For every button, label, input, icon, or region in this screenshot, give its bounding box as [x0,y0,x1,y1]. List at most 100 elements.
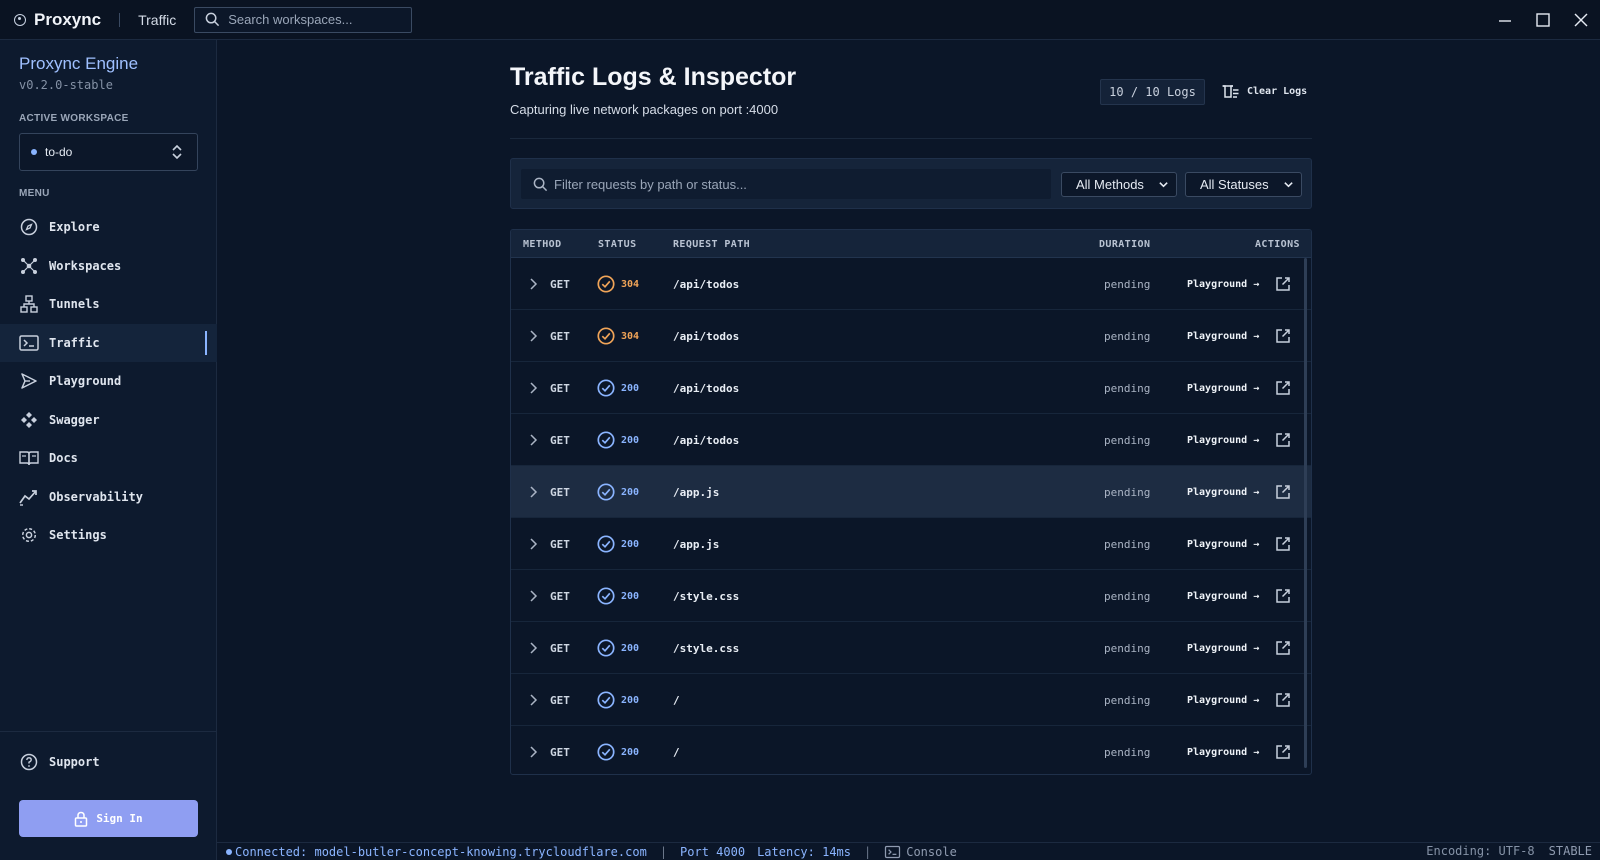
playground-link[interactable]: Playground → [1187,414,1259,466]
support-link[interactable]: Support [19,752,100,772]
connection-text: Connected: model-butler-concept-knowing.… [235,844,647,859]
open-external-button[interactable] [1275,726,1291,774]
column-actions: ACTIONS [1255,239,1300,250]
sidebar-item-workspaces[interactable]: Workspaces [0,247,217,286]
status-filter-select[interactable]: All Statuses [1185,172,1302,197]
playground-link[interactable]: Playground → [1187,258,1259,310]
request-filter[interactable] [521,169,1051,199]
expand-row-button[interactable] [529,310,538,362]
check-circle-icon [597,379,615,397]
playground-link[interactable]: Playground → [1187,570,1259,622]
table-scrollbar[interactable] [1304,258,1307,768]
status-code: 200 [621,486,640,498]
sidebar-item-observability[interactable]: Observability [0,478,217,517]
expand-row-button[interactable] [529,726,538,774]
playground-link[interactable]: Playground → [1187,518,1259,570]
open-external-button[interactable] [1275,674,1291,726]
table-row[interactable]: GET 200/style.css pending Playground → [511,570,1311,622]
external-link-icon [1276,745,1290,759]
open-external-button[interactable] [1275,466,1291,518]
expand-row-button[interactable] [529,674,538,726]
sidebar-item-tunnels[interactable]: Tunnels [0,285,217,324]
expand-row-button[interactable] [529,466,538,518]
workspace-select[interactable]: to-do [19,133,198,171]
sidebar-item-traffic[interactable]: Traffic [0,323,217,362]
sidebar-item-playground[interactable]: Playground [0,362,217,401]
table-row[interactable]: GET 200/api/todos pending Playground → [511,362,1311,414]
request-method: GET [550,381,570,395]
playground-link[interactable]: Playground → [1187,466,1259,518]
playground-link[interactable]: Playground → [1187,310,1259,362]
table-row[interactable]: GET 200/api/todos pending Playground → [511,414,1311,466]
maximize-button[interactable] [1524,0,1562,40]
header-divider [510,138,1312,139]
open-external-button[interactable] [1275,362,1291,414]
sign-in-button[interactable]: Sign In [19,800,198,837]
open-external-button[interactable] [1275,518,1291,570]
request-duration: pending [1104,329,1151,343]
open-external-button[interactable] [1275,622,1291,674]
status-code: 304 [621,278,640,290]
request-duration: pending [1104,277,1151,291]
sidebar-item-swagger[interactable]: Swagger [0,401,217,440]
sidebar-item-explore[interactable]: Explore [0,208,217,247]
latency-status: Latency: 14ms [757,844,851,859]
status-code: 200 [621,590,640,602]
status-code: 200 [621,538,640,550]
table-row[interactable]: GET 304/api/todos pending Playground → [511,310,1311,362]
minimize-icon [1499,20,1511,22]
playground-link[interactable]: Playground → [1187,726,1259,774]
method-filter-select[interactable]: All Methods [1061,172,1177,197]
table-row[interactable]: GET 200 / pending Playground → [511,674,1311,726]
playground-link[interactable]: Playground → [1187,674,1259,726]
status-cell: 304 [597,310,639,362]
chevron-right-icon [530,590,538,602]
minimize-button[interactable] [1486,0,1524,40]
external-link-icon [1276,589,1290,603]
page-title: Traffic Logs & Inspector [510,63,797,91]
table-row[interactable]: GET 200 / pending Playground → [511,726,1311,774]
sign-in-label: Sign In [96,812,143,825]
check-circle-icon [597,327,615,345]
request-filter-input[interactable] [554,176,1044,192]
column-path: REQUEST PATH [673,239,751,250]
table-row[interactable]: GET 200/app.js pending Playground → [511,518,1311,570]
expand-row-button[interactable] [529,622,538,674]
clear-logs-button[interactable]: Clear Logs [1222,84,1307,99]
status-code: 200 [621,382,640,394]
request-method: GET [550,433,570,447]
status-cell: 200 [597,570,639,622]
search-icon [533,177,548,191]
open-external-button[interactable] [1275,310,1291,362]
workspace-search[interactable] [194,6,413,33]
expand-row-button[interactable] [529,570,538,622]
sidebar-item-docs[interactable]: Docs [0,439,217,478]
open-external-button[interactable] [1275,258,1291,310]
open-external-button[interactable] [1275,414,1291,466]
chart-line-icon [19,487,39,507]
console-button[interactable]: Console [884,845,957,859]
request-path: / [673,693,680,707]
request-path: /api/todos [673,433,740,447]
request-path: /style.css [673,641,740,655]
request-method: GET [550,485,570,499]
workspace-search-input[interactable] [228,12,399,27]
table-row[interactable]: GET 200/app.js pending Playground → [511,466,1311,518]
playground-link[interactable]: Playground → [1187,362,1259,414]
close-button[interactable] [1562,0,1600,40]
table-row[interactable]: GET 200/style.css pending Playground → [511,622,1311,674]
check-circle-icon [597,587,615,605]
chevron-right-icon [530,278,538,290]
sidebar-item-label: Swagger [49,412,100,427]
expand-row-button[interactable] [529,258,538,310]
table-row[interactable]: GET 304/api/todos pending Playground → [511,258,1311,310]
sidebar-item-settings[interactable]: Settings [0,516,217,555]
expand-row-button[interactable] [529,518,538,570]
request-path: /app.js [673,485,720,499]
open-external-button[interactable] [1275,570,1291,622]
playground-link[interactable]: Playground → [1187,622,1259,674]
column-method: METHOD [523,239,562,250]
expand-row-button[interactable] [529,414,538,466]
external-link-icon [1276,485,1290,499]
expand-row-button[interactable] [529,362,538,414]
